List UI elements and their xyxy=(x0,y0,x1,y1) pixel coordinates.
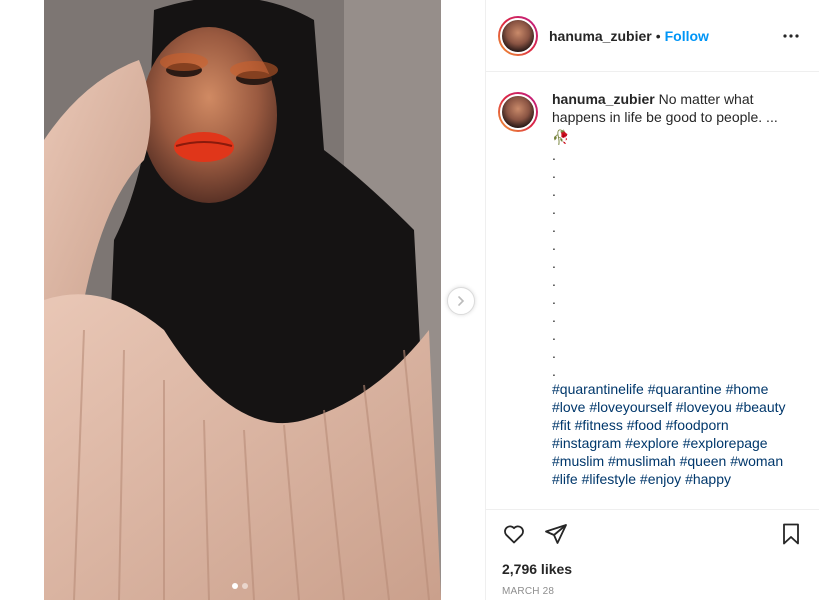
more-options-button[interactable] xyxy=(779,24,803,48)
caption-dot-line: . xyxy=(552,237,556,253)
caption-section: hanuma_zubier No matter what happens in … xyxy=(486,72,819,510)
hashtag-line[interactable]: #life #lifestyle #enjoy #happy xyxy=(552,470,802,488)
carousel-dot xyxy=(242,583,248,589)
caption: hanuma_zubier No matter what happens in … xyxy=(552,90,802,509)
heart-icon xyxy=(504,525,524,544)
caption-dot-line: . xyxy=(552,183,556,199)
carousel-next-button[interactable] xyxy=(447,287,475,315)
like-button[interactable] xyxy=(500,520,528,548)
caption-dot-line: . xyxy=(552,165,556,181)
author-username[interactable]: hanuma_zubier xyxy=(549,28,652,44)
caption-dot-line: . xyxy=(552,291,556,307)
rose-emoji: 🥀 xyxy=(552,129,570,145)
caption-username[interactable]: hanuma_zubier xyxy=(552,91,655,107)
likes-count[interactable]: 2,796 likes xyxy=(486,558,819,580)
hashtag-block: #quarantinelife #quarantine #home #love … xyxy=(552,380,802,488)
caption-dot-line: . xyxy=(552,201,556,217)
hashtag-line[interactable]: #fit #fitness #food #foodporn xyxy=(552,416,802,434)
save-button[interactable] xyxy=(777,520,805,548)
portrait-illustration xyxy=(44,0,441,600)
hashtag-line[interactable]: #quarantinelife #quarantine #home xyxy=(552,380,802,398)
author-avatar[interactable] xyxy=(498,15,538,56)
action-bar xyxy=(486,510,819,558)
caption-dot-line: . xyxy=(552,273,556,289)
carousel-dot-active xyxy=(232,583,238,589)
chevron-right-icon xyxy=(458,296,465,306)
hashtag-line[interactable]: #muslim #muslimah #queen #woman xyxy=(552,452,802,470)
caption-dot-line: . xyxy=(552,255,556,271)
paper-plane-icon xyxy=(545,524,567,544)
caption-dot-line: . xyxy=(552,147,556,163)
hashtag-line[interactable]: #instagram #explore #explorepage xyxy=(552,434,802,452)
caption-avatar[interactable] xyxy=(498,92,538,132)
caption-dot-line: . xyxy=(552,327,556,343)
left-page-margin xyxy=(0,0,44,603)
share-button[interactable] xyxy=(542,520,570,548)
more-options-icon xyxy=(783,33,799,38)
follow-button[interactable]: Follow xyxy=(665,28,709,44)
caption-dot-line: . xyxy=(552,219,556,235)
caption-dot-line: . xyxy=(552,309,556,325)
caption-dot-line: . xyxy=(552,345,556,361)
separator-dot: • xyxy=(655,27,661,44)
post-media xyxy=(44,0,485,600)
post-header: hanuma_zubier • Follow xyxy=(486,0,819,72)
post-photo xyxy=(44,0,441,600)
post-date[interactable]: MARCH 28 xyxy=(486,586,819,597)
bookmark-icon xyxy=(783,523,799,545)
hashtag-line[interactable]: #love #loveyourself #loveyou #beauty xyxy=(552,398,802,416)
caption-dot-line: . xyxy=(552,363,556,379)
post-sidebar: hanuma_zubier • Follow hanuma_zubier No … xyxy=(485,0,819,600)
carousel-indicator xyxy=(232,583,248,589)
